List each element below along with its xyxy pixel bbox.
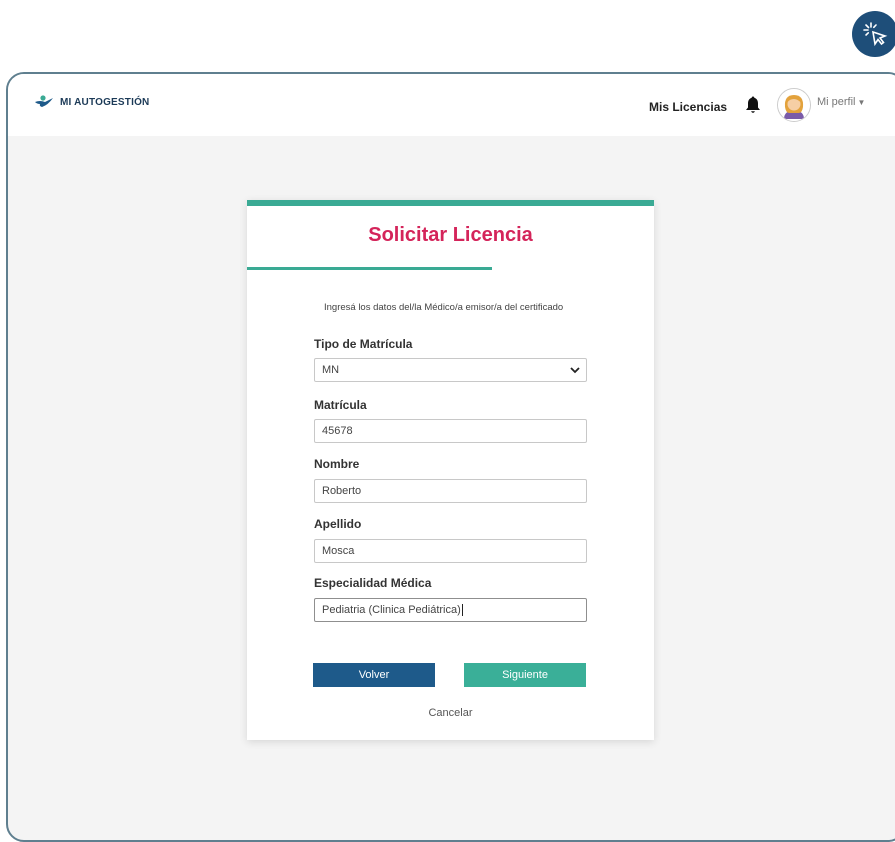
solicitar-licencia-card: Solicitar Licencia Ingresá los datos del… bbox=[247, 200, 654, 740]
apellido-input[interactable]: Mosca bbox=[314, 539, 587, 563]
brand-logo-icon bbox=[35, 95, 53, 107]
matricula-label: Matrícula bbox=[314, 398, 367, 412]
click-indicator-icon bbox=[852, 11, 895, 57]
especialidad-value: Pediatria (Clinica Pediátrica) bbox=[322, 604, 461, 616]
siguiente-button[interactable]: Siguiente bbox=[464, 663, 586, 687]
apellido-label: Apellido bbox=[314, 517, 362, 531]
text-cursor bbox=[461, 604, 463, 617]
tipo-matricula-label: Tipo de Matrícula bbox=[314, 337, 413, 351]
top-navbar: MI AUTOGESTIÓN Mis Licencias Mi perfil ▼ bbox=[8, 74, 895, 136]
especialidad-input[interactable]: Pediatria (Clinica Pediátrica) bbox=[314, 598, 587, 622]
nombre-input[interactable]: Roberto bbox=[314, 479, 587, 503]
especialidad-label: Especialidad Médica bbox=[314, 576, 432, 590]
nombre-label: Nombre bbox=[314, 457, 360, 471]
intro-text: Ingresá los datos del/la Médico/a emisor… bbox=[324, 302, 564, 313]
nav-mis-licencias[interactable]: Mis Licencias bbox=[649, 100, 727, 114]
page-title: Solicitar Licencia bbox=[368, 224, 533, 246]
brand-logo[interactable]: MI AUTOGESTIÓN bbox=[34, 95, 149, 109]
bell-icon[interactable] bbox=[745, 95, 761, 115]
volver-button[interactable]: Volver bbox=[313, 663, 435, 687]
matricula-input[interactable]: 45678 bbox=[314, 419, 587, 443]
chevron-down-icon bbox=[570, 367, 580, 374]
title-underline bbox=[247, 267, 492, 270]
caret-down-icon: ▼ bbox=[857, 98, 866, 107]
profile-label: Mi perfil bbox=[817, 96, 856, 108]
profile-menu[interactable]: Mi perfil ▼ bbox=[817, 96, 865, 108]
tipo-matricula-select[interactable]: MN bbox=[314, 358, 587, 382]
brand-name: MI AUTOGESTIÓN bbox=[60, 96, 150, 108]
tipo-matricula-value: MN bbox=[322, 364, 340, 376]
avatar[interactable] bbox=[777, 88, 811, 122]
cancelar-link[interactable]: Cancelar bbox=[247, 707, 654, 719]
